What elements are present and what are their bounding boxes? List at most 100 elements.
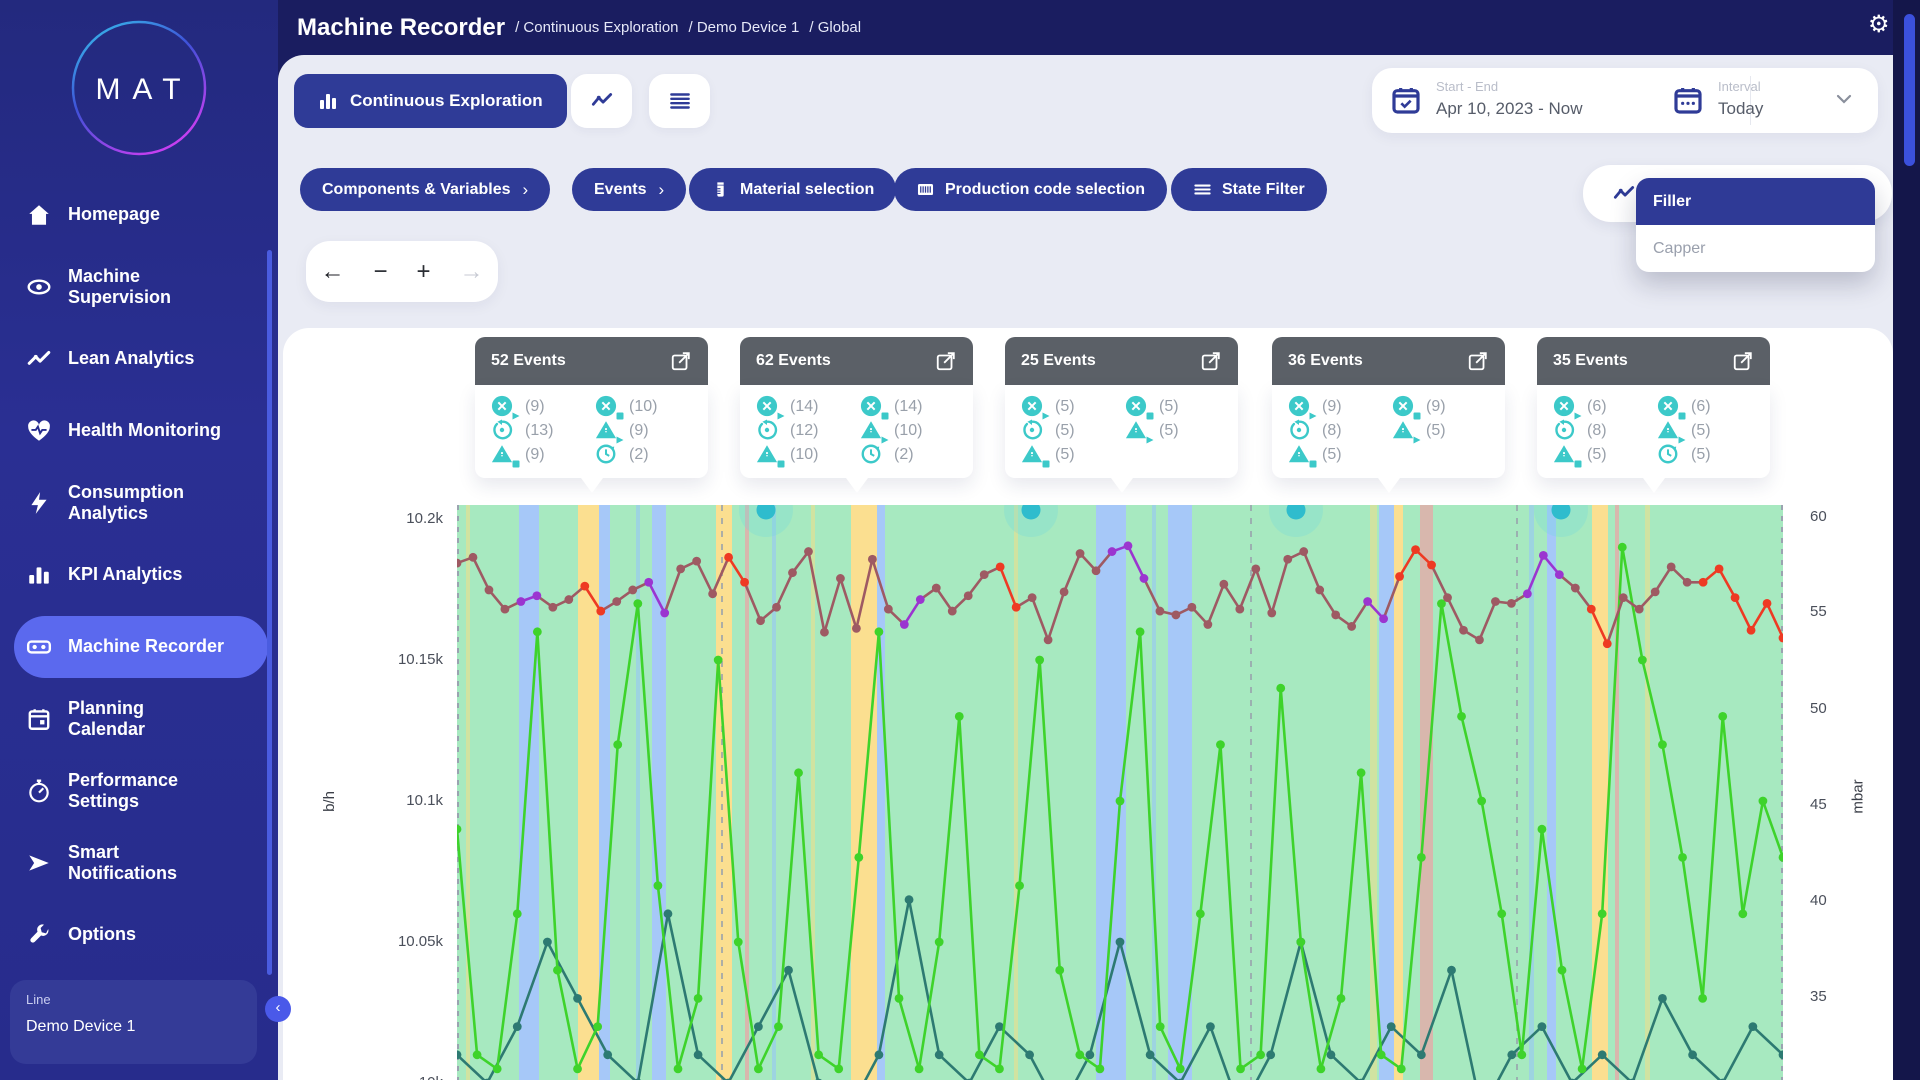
zoom-out-button[interactable]: −	[373, 258, 387, 286]
event-badge-body: (6)(8)(5)(6)(5)(5)	[1537, 385, 1770, 478]
event-badge-tail	[846, 478, 868, 493]
tab-continuous-exploration[interactable]: Continuous Exploration	[294, 74, 567, 128]
trend-icon	[26, 346, 52, 372]
event-count: (9)	[525, 398, 545, 416]
circle-x-event-icon	[1657, 395, 1687, 419]
event-badge: 62 Events (14)(12)(10)(14)(10)(2)	[740, 337, 973, 478]
external-link-icon[interactable]	[935, 350, 957, 372]
breadcrumb-item-2[interactable]: / Global	[809, 19, 861, 36]
event-count: (2)	[894, 446, 914, 464]
circle-x-event-icon	[1553, 395, 1583, 419]
send-icon	[26, 850, 52, 876]
event-badge: 25 Events (5)(5)(5)(5)(5)	[1005, 337, 1238, 478]
settings-gear-icon[interactable]: ⚙	[1868, 10, 1896, 38]
event-count-column: (14)(10)(2)	[860, 395, 964, 466]
sidebar-item-consumption-analytics[interactable]: Consumption Analytics	[0, 467, 278, 539]
event-badge-tail	[1643, 478, 1665, 493]
sidebar-item-smart-notifications[interactable]: Smart Notifications	[0, 827, 278, 899]
tab-label: Continuous Exploration	[350, 91, 543, 111]
event-count-column: (10)(9)(2)	[595, 395, 699, 466]
event-count-row: (2)	[595, 443, 699, 466]
sidebar-item-planning-calendar[interactable]: Planning Calendar	[0, 683, 278, 755]
event-count-column: (6)(8)(5)	[1553, 395, 1657, 466]
event-count: (5)	[1055, 422, 1075, 440]
chip-components-variables[interactable]: Components & Variables›	[300, 168, 550, 211]
main-content: Continuous Exploration	[278, 55, 1893, 1080]
home-icon	[26, 202, 52, 228]
sidebar-item-options[interactable]: Options	[0, 899, 278, 971]
external-link-icon[interactable]	[1200, 350, 1222, 372]
zoom-in-button[interactable]: +	[416, 258, 430, 286]
device-card: Line Demo Device 1	[10, 980, 257, 1064]
chip-events[interactable]: Events ›	[572, 168, 686, 211]
event-count: (12)	[790, 422, 818, 440]
sidebar-item-machine-recorder[interactable]: Machine Recorder	[0, 611, 278, 683]
sidebar-nav: Homepage Machine Supervision Lean Analyt…	[0, 179, 278, 971]
sidebar-item-label: Options	[68, 924, 136, 945]
sidebar-item-label: Machine Recorder	[68, 636, 224, 657]
sidebar-item-kpi-analytics[interactable]: KPI Analytics	[0, 539, 278, 611]
page-scrollbar-thumb[interactable]	[1904, 14, 1915, 166]
chevron-down-icon[interactable]	[1836, 94, 1852, 104]
sidebar-item-lean-analytics[interactable]: Lean Analytics	[0, 323, 278, 395]
bolt-icon	[26, 490, 52, 516]
sidebar-item-label: Performance Settings	[68, 770, 178, 812]
chip-state-filter[interactable]: State Filter	[1171, 168, 1327, 211]
event-count: (5)	[1159, 422, 1179, 440]
pan-right-button[interactable]: →	[459, 258, 483, 286]
event-count: (9)	[1322, 398, 1342, 416]
event-badge-header: 36 Events	[1272, 337, 1505, 385]
event-count: (8)	[1587, 422, 1607, 440]
line-chart-view-button[interactable]	[571, 74, 632, 128]
circle-x-event-icon	[1288, 395, 1318, 419]
event-badge-tail	[1111, 478, 1133, 493]
hamburger-icon	[1193, 180, 1212, 199]
chevron-right-icon: ›	[658, 180, 664, 200]
history-event-icon	[491, 419, 521, 443]
event-count-row: (9)	[1392, 395, 1496, 418]
sidebar-item-homepage[interactable]: Homepage	[0, 179, 278, 251]
chip-production-code-selection[interactable]: Production code selection	[894, 168, 1167, 211]
datetime-card: Start - End Apr 10, 2023 - Now Interval …	[1372, 68, 1878, 133]
event-badge-header: 35 Events	[1537, 337, 1770, 385]
event-count: (5)	[1322, 446, 1342, 464]
event-count-column: (14)(12)(10)	[756, 395, 860, 466]
event-count: (5)	[1691, 446, 1711, 464]
external-link-icon[interactable]	[1732, 350, 1754, 372]
chip-label: Components & Variables	[322, 181, 511, 199]
sidebar-item-label: Homepage	[68, 204, 160, 225]
event-count: (5)	[1055, 446, 1075, 464]
breadcrumb-item-0[interactable]: / Continuous Exploration	[515, 19, 678, 36]
dropdown-option-capper[interactable]: Capper	[1636, 225, 1875, 272]
sidebar-item-health-monitoring[interactable]: Health Monitoring	[0, 395, 278, 467]
wrench-icon	[26, 922, 52, 948]
chip-label: Events	[594, 181, 646, 199]
menu-lines-icon	[667, 88, 693, 114]
bars-icon	[26, 562, 52, 588]
interval-value[interactable]: Today	[1718, 99, 1763, 119]
list-view-button[interactable]	[649, 74, 710, 128]
sidebar-scrollbar-thumb[interactable]	[267, 250, 272, 975]
sidebar-collapse-button[interactable]: ‹	[265, 996, 291, 1022]
pan-left-button[interactable]: ←	[320, 258, 344, 286]
external-link-icon[interactable]	[670, 350, 692, 372]
sidebar-item-performance-settings[interactable]: Performance Settings	[0, 755, 278, 827]
calendar-check-icon	[1390, 84, 1422, 116]
app-window: Machine Recorder / Continuous Exploratio…	[0, 0, 1920, 1080]
event-count: (2)	[629, 446, 649, 464]
chip-material-selection[interactable]: Material selection	[689, 168, 896, 211]
chart-plot-area[interactable]	[457, 505, 1783, 1080]
page-title: Machine Recorder	[297, 14, 505, 42]
event-count-row: (8)	[1288, 419, 1392, 442]
event-count-column: (9)(13)(9)	[491, 395, 595, 466]
event-count-row: (10)	[595, 395, 699, 418]
event-count-row: (8)	[1553, 419, 1657, 442]
warning-event-icon	[756, 443, 786, 467]
external-link-icon[interactable]	[1467, 350, 1489, 372]
y-right-tick: 55	[1810, 603, 1827, 620]
start-end-value[interactable]: Apr 10, 2023 - Now	[1436, 99, 1582, 119]
breadcrumb-item-1[interactable]: / Demo Device 1	[689, 19, 800, 36]
dropdown-option-filler[interactable]: Filler	[1636, 178, 1875, 225]
event-badge-title: 35 Events	[1553, 352, 1628, 370]
sidebar-item-machine-supervision[interactable]: Machine Supervision	[0, 251, 278, 323]
